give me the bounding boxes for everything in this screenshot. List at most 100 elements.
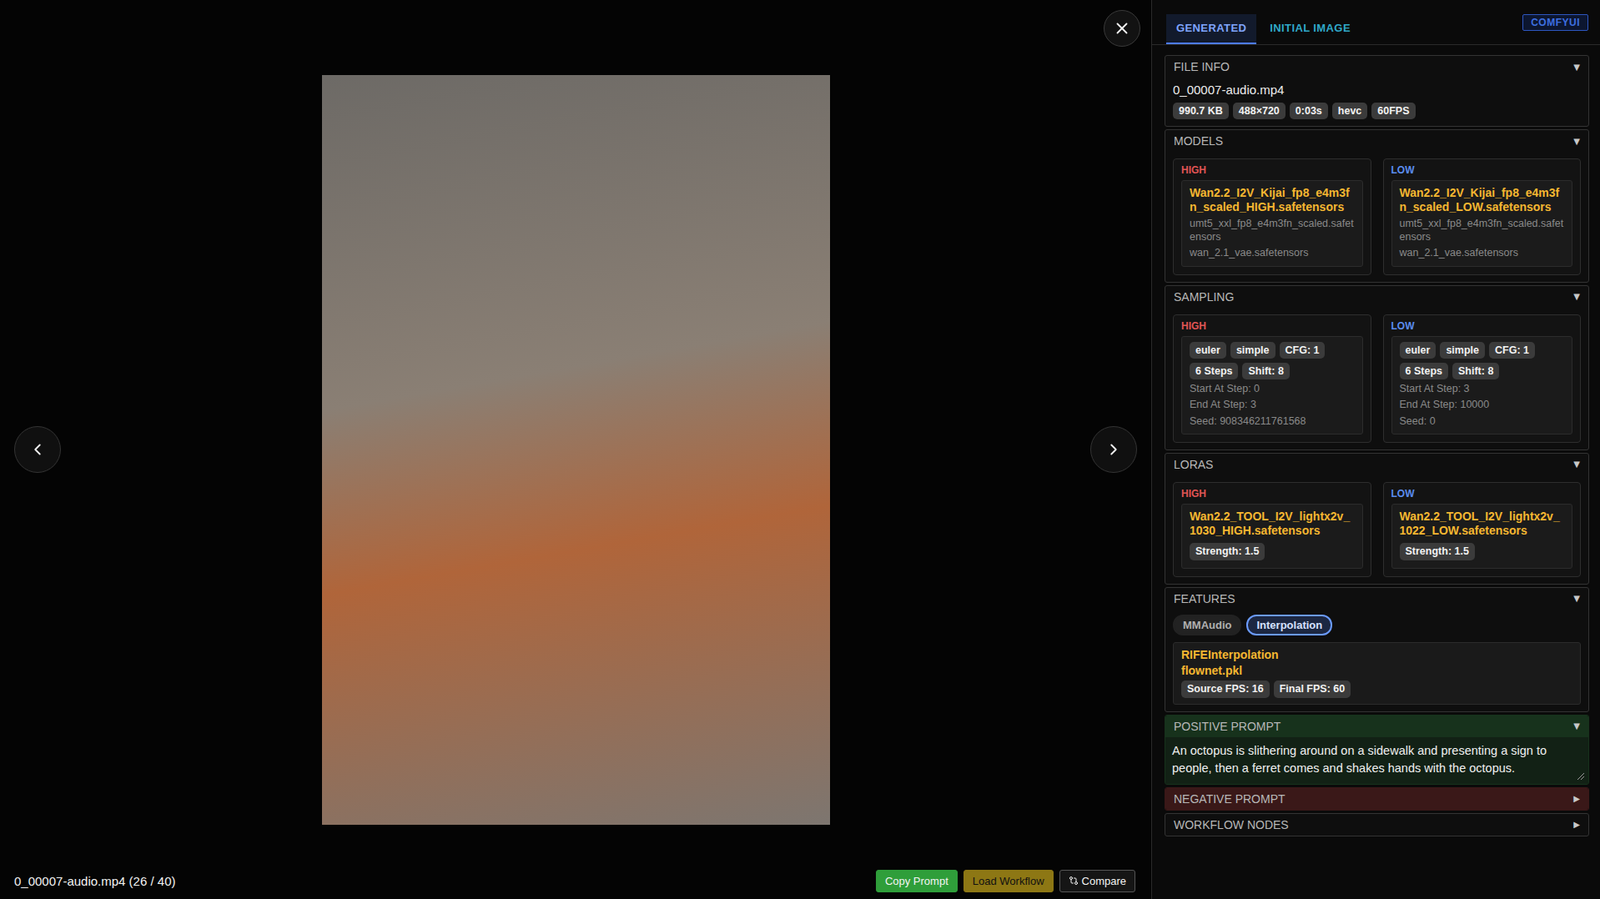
section-title: FILE INFO bbox=[1173, 60, 1230, 74]
chip-row: eulersimpleCFG: 16 StepsShift: 8 bbox=[1189, 342, 1355, 381]
stage-card: Wan2.2_TOOL_I2V_lightx2v_1022_LOW.safete… bbox=[1391, 503, 1574, 569]
close-icon[interactable] bbox=[1112, 19, 1132, 38]
collapse-toggle[interactable]: ▼ bbox=[1573, 291, 1580, 302]
detail-line: umt5_xxl_fp8_e4m3fn_scaled.safetensors bbox=[1399, 216, 1565, 245]
model-name: Wan2.2_I2V_Kijai_fp8_e4m3fn_scaled_HIGH.… bbox=[1189, 186, 1355, 215]
sidebar-tab[interactable]: GENERATED bbox=[1166, 14, 1257, 45]
collapse-toggle[interactable]: ▼ bbox=[1573, 593, 1580, 604]
stage-column: LOWWan2.2_I2V_Kijai_fp8_e4m3fn_scaled_LO… bbox=[1383, 158, 1582, 275]
feature-chip: Final FPS: 60 bbox=[1273, 680, 1352, 698]
section-title: FEATURES bbox=[1173, 592, 1236, 606]
section-body: HIGHeulersimpleCFG: 16 StepsShift: 8Star… bbox=[1165, 307, 1589, 450]
sidebar-section: LORAS ▼ HIGH Wan2.2_TOOL_I2V_lightx2v_1030_… bbox=[1164, 452, 1590, 585]
detail-line: Seed: 0 bbox=[1399, 414, 1565, 428]
feature-card: RIFEInterpolationflownet.pklSource FPS: … bbox=[1172, 642, 1581, 705]
sidebar-section: NEGATIVE PROMPT ▶ bbox=[1164, 787, 1590, 811]
detail-line: Start At Step: 3 bbox=[1399, 382, 1565, 396]
section-header[interactable]: FILE INFO ▼ bbox=[1165, 55, 1589, 78]
section-list: FILE INFO▼0_00007-audio.mp4990.7 KB488×7… bbox=[1152, 45, 1600, 847]
section-title: LORAS bbox=[1173, 457, 1213, 472]
chevron-left-icon[interactable] bbox=[28, 440, 47, 459]
sidebar-section: FEATURES ▼ MMAudioInterpolation RIFEInterpo… bbox=[1164, 587, 1590, 713]
viewer: 0_00007-audio.mp4 (26 / 40)Copy PromptLo… bbox=[0, 0, 1152, 899]
column-grid: HIGHeulersimpleCFG: 16 StepsShift: 8Star… bbox=[1172, 309, 1581, 443]
section-header[interactable]: FEATURES ▼ bbox=[1165, 588, 1589, 610]
param-chip: Strength: 1.5 bbox=[1189, 543, 1265, 560]
section-header[interactable]: WORKFLOW NODES ▶ bbox=[1165, 814, 1589, 836]
source-badge: COMFYUI bbox=[1522, 14, 1589, 31]
section-header[interactable]: POSITIVE PROMPT▼ bbox=[1165, 715, 1589, 738]
collapse-toggle[interactable]: ▼ bbox=[1573, 721, 1580, 731]
section-header[interactable]: MODELS▼ bbox=[1165, 130, 1589, 152]
section-header[interactable]: LORAS ▼ bbox=[1165, 453, 1589, 476]
resize-grip-icon[interactable] bbox=[1574, 770, 1585, 781]
section-body: HIGH Wan2.2_I2V_Kijai_fp8_e4m3fn_scaled_H… bbox=[1165, 151, 1589, 282]
next-button[interactable] bbox=[1090, 426, 1138, 473]
collapse-toggle[interactable]: ▼ bbox=[1573, 459, 1580, 469]
stage-card: Wan2.2_TOOL_I2V_lightx2v_1030_HIGH.safet… bbox=[1181, 503, 1364, 569]
stage-label: HIGH bbox=[1181, 320, 1364, 333]
stage-label: HIGH bbox=[1181, 164, 1364, 177]
collapse-toggle[interactable]: ▶ bbox=[1573, 794, 1580, 804]
section-title: NEGATIVE PROMPT bbox=[1173, 792, 1286, 806]
param-chip: CFG: 1 bbox=[1279, 342, 1326, 359]
feature-toggle[interactable]: Interpolation bbox=[1246, 614, 1333, 636]
chevron-right-icon[interactable] bbox=[1104, 440, 1123, 459]
section-title: WORKFLOW NODES bbox=[1173, 818, 1289, 832]
feature-line: RIFEInterpolation bbox=[1181, 648, 1573, 663]
media-viewer-page: 0_00007-audio.mp4 (26 / 40)Copy PromptLo… bbox=[0, 0, 1600, 899]
info-sidebar: GENERATEDINITIAL IMAGECOMFYUIFILE INFO▼0… bbox=[1151, 0, 1600, 899]
param-chip: euler bbox=[1189, 342, 1227, 359]
info-chip: hevc bbox=[1332, 102, 1369, 120]
param-chip: euler bbox=[1399, 342, 1437, 359]
action-button[interactable]: Copy Prompt bbox=[875, 870, 958, 893]
prompt-text[interactable]: An octopus is slithering around on a sid… bbox=[1165, 737, 1589, 785]
stage-card: Wan2.2_I2V_Kijai_fp8_e4m3fn_scaled_LOW.s… bbox=[1391, 180, 1574, 267]
stage-card: eulersimpleCFG: 16 StepsShift: 8Start At… bbox=[1181, 336, 1364, 435]
info-chip: 488×720 bbox=[1232, 102, 1286, 120]
param-chip: simple bbox=[1230, 342, 1276, 359]
feature-chip: Source FPS: 16 bbox=[1181, 680, 1270, 698]
previous-button[interactable] bbox=[14, 426, 61, 473]
sidebar-section: MODELS▼ HIGH Wan2.2_I2V_Kijai_fp8_e4m3fn_s… bbox=[1164, 129, 1590, 282]
section-header[interactable]: SAMPLING ▼ bbox=[1165, 286, 1589, 308]
detail-line: End At Step: 3 bbox=[1189, 397, 1355, 412]
compare-icon bbox=[1068, 875, 1079, 886]
stage-column: HIGH Wan2.2_I2V_Kijai_fp8_e4m3fn_scaled_H… bbox=[1172, 158, 1372, 275]
section-title: SAMPLING bbox=[1173, 290, 1234, 304]
param-chip: 6 Steps bbox=[1189, 362, 1238, 380]
stage-column: LOW Wan2.2_TOOL_I2V_lightx2v_1022_LOW.saf… bbox=[1383, 482, 1582, 578]
param-chip: CFG: 1 bbox=[1489, 342, 1535, 359]
detail-line: Seed: 908346211761568 bbox=[1189, 414, 1355, 428]
collapse-toggle[interactable]: ▶ bbox=[1573, 820, 1580, 830]
feature-toggle[interactable]: MMAudio bbox=[1172, 614, 1242, 636]
sidebar-section: POSITIVE PROMPT▼An octopus is slithering… bbox=[1164, 714, 1590, 785]
detail-line: End At Step: 10000 bbox=[1399, 397, 1565, 412]
feature-line: flownet.pkl bbox=[1181, 664, 1573, 679]
action-button[interactable]: Compare bbox=[1059, 870, 1136, 893]
stage-label: LOW bbox=[1391, 320, 1574, 333]
sidebar-section: SAMPLING▼HIGHeulersimpleCFG: 16 StepsShi… bbox=[1164, 285, 1590, 451]
section-body: MMAudioInterpolation RIFEInterpolationflo… bbox=[1165, 609, 1589, 712]
action-button[interactable]: Load Workflow bbox=[963, 870, 1054, 893]
bottom-bar: 0_00007-audio.mp4 (26 / 40)Copy PromptLo… bbox=[0, 862, 1152, 899]
collapse-toggle[interactable]: ▼ bbox=[1573, 62, 1580, 72]
action-buttons: Copy PromptLoad WorkflowCompare bbox=[875, 870, 1136, 893]
tab-bar: GENERATEDINITIAL IMAGE COMFYUI bbox=[1152, 0, 1600, 46]
model-name: Wan2.2_TOOL_I2V_lightx2v_1030_HIGH.safet… bbox=[1189, 509, 1355, 539]
chip-row: eulersimpleCFG: 16 StepsShift: 8 bbox=[1399, 342, 1565, 381]
stage-column: HIGHeulersimpleCFG: 16 StepsShift: 8Star… bbox=[1172, 314, 1372, 443]
close-button[interactable] bbox=[1103, 10, 1141, 47]
stage-label: LOW bbox=[1391, 488, 1574, 500]
info-chip: 60FPS bbox=[1371, 102, 1415, 120]
collapse-toggle[interactable]: ▼ bbox=[1573, 136, 1580, 146]
section-header[interactable]: NEGATIVE PROMPT ▶ bbox=[1165, 788, 1589, 811]
feature-toggles: MMAudioInterpolation bbox=[1172, 614, 1581, 636]
column-grid: HIGH Wan2.2_I2V_Kijai_fp8_e4m3fn_scaled_H… bbox=[1172, 153, 1581, 275]
sidebar-section: FILE INFO▼0_00007-audio.mp4990.7 KB488×7… bbox=[1164, 55, 1590, 127]
param-chip: 6 Steps bbox=[1399, 362, 1449, 380]
stage-card: Wan2.2_I2V_Kijai_fp8_e4m3fn_scaled_HIGH.… bbox=[1181, 180, 1364, 267]
stage-label: HIGH bbox=[1181, 488, 1364, 500]
param-chip: simple bbox=[1439, 342, 1485, 359]
sidebar-tab[interactable]: INITIAL IMAGE bbox=[1259, 14, 1361, 45]
